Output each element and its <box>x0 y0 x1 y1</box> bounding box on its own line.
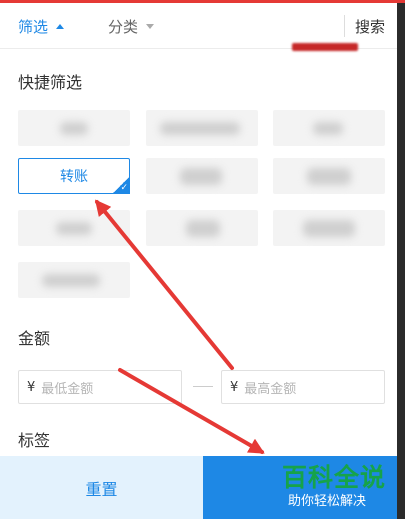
arrow-to-confirm <box>118 368 265 454</box>
watermark-logo: 百科全说 <box>282 463 387 492</box>
arrow-to-chip <box>94 199 234 370</box>
watermark-tagline: 助你轻松解决 <box>288 494 367 509</box>
annotation-arrows <box>94 199 265 454</box>
